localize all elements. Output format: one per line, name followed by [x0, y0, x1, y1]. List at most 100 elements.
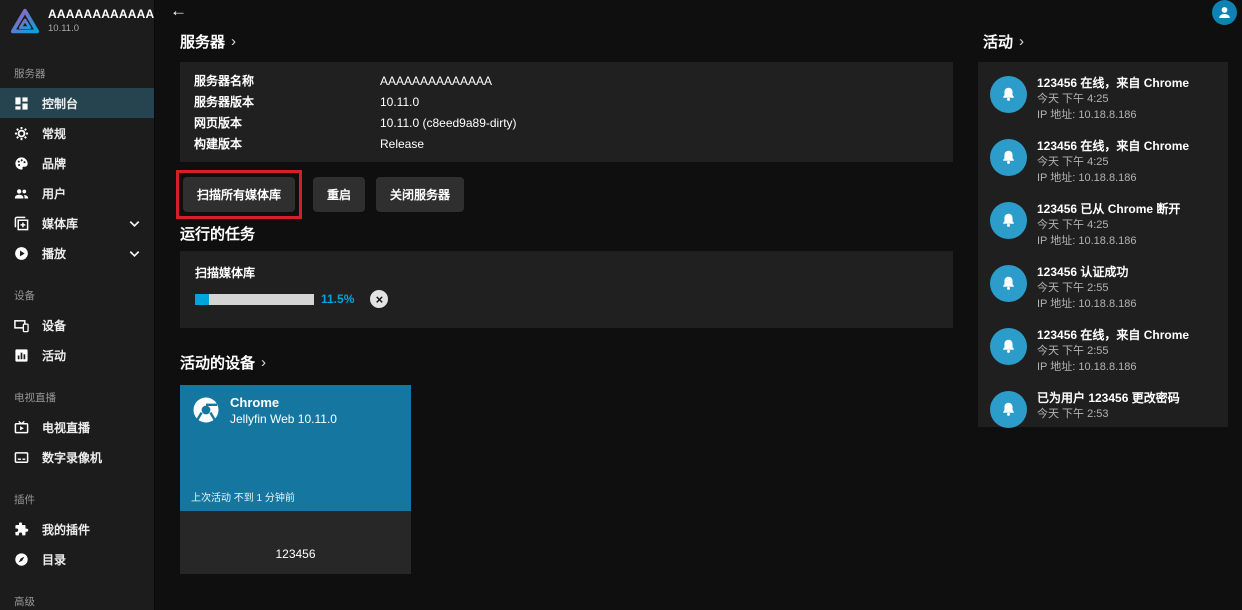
sidebar-item-my-plugins[interactable]: 我的插件	[0, 514, 154, 544]
task-progress-percent: 11.5%	[321, 292, 354, 306]
active-devices-heading[interactable]: 活动的设备 ›	[180, 352, 266, 373]
sidebar-item-catalog[interactable]: 目录	[0, 544, 154, 574]
server-info-row: 网页版本 10.11.0 (c8eed9a89-dirty)	[194, 115, 939, 131]
chevron-right-icon: ›	[231, 33, 236, 50]
activity-item-title: 123456 在线，来自 Chrome	[1037, 328, 1189, 343]
sidebar-item-live-tv[interactable]: 电视直播	[0, 412, 154, 442]
task-name: 扫描媒体库	[195, 264, 938, 281]
server-section-title: 服务器	[180, 31, 225, 52]
annotation-highlight-box: 扫描所有媒体库	[176, 170, 302, 219]
bell-icon	[990, 328, 1027, 365]
device-app-name: Jellyfin Web 10.11.0	[230, 412, 337, 426]
puzzle-icon	[14, 522, 29, 537]
activity-item: 123456 已从 Chrome 断开 今天 下午 4:25 IP 地址: 10…	[978, 194, 1228, 257]
activity-item-ip: IP 地址: 10.18.8.186	[1037, 297, 1136, 312]
activity-item-time: 今天 下午 4:25	[1037, 155, 1189, 170]
scan-all-libraries-button[interactable]: 扫描所有媒体库	[183, 177, 295, 212]
activity-item-title: 已为用户 123456 更改密码	[1037, 391, 1180, 406]
device-user-name: 123456	[275, 547, 315, 561]
chevron-right-icon: ›	[1019, 33, 1024, 50]
dashboard-icon	[14, 96, 29, 111]
back-button[interactable]: ←	[170, 1, 187, 21]
bell-icon	[990, 76, 1027, 113]
activity-item-title: 123456 认证成功	[1037, 265, 1136, 280]
active-devices-title: 活动的设备	[180, 352, 255, 373]
sidebar-item-branding[interactable]: 品牌	[0, 148, 154, 178]
chevron-down-icon[interactable]	[127, 246, 142, 261]
server-info-card: 服务器名称 AAAAAAAAAAAAAA 服务器版本 10.11.0 网页版本 …	[180, 62, 953, 162]
task-progress-fill	[195, 294, 209, 305]
device-card[interactable]: Chrome Jellyfin Web 10.11.0 上次活动 不到 1 分钟…	[180, 385, 411, 574]
activity-item-title: 123456 在线，来自 Chrome	[1037, 139, 1189, 154]
sidebar-item-dvr[interactable]: 数字录像机	[0, 442, 154, 472]
server-info-row: 构建版本 Release	[194, 136, 939, 152]
device-client-name: Chrome	[230, 395, 337, 410]
sidebar-item-users[interactable]: 用户	[0, 178, 154, 208]
restart-button[interactable]: 重启	[313, 177, 365, 212]
dvr-icon	[14, 450, 29, 465]
info-value: 10.11.0 (c8eed9a89-dirty)	[380, 115, 517, 131]
users-icon	[14, 186, 29, 201]
activity-item-ip: IP 地址: 10.18.8.186	[1037, 171, 1189, 186]
activity-item: 123456 在线，来自 Chrome 今天 下午 4:25 IP 地址: 10…	[978, 131, 1228, 194]
activity-item-time: 今天 下午 4:25	[1037, 218, 1180, 233]
info-value: 10.11.0	[380, 94, 419, 110]
shutdown-server-button[interactable]: 关闭服务器	[376, 177, 464, 212]
bell-icon	[990, 202, 1027, 239]
activity-item: 123456 在线，来自 Chrome 今天 下午 2:55 IP 地址: 10…	[978, 320, 1228, 383]
server-section-heading[interactable]: 服务器 ›	[180, 31, 236, 52]
activity-item: 已为用户 123456 更改密码 今天 下午 2:53	[978, 383, 1228, 436]
info-label: 构建版本	[194, 136, 380, 152]
explore-icon	[14, 552, 29, 567]
info-value: Release	[380, 136, 424, 152]
sidebar-item-label: 品牌	[42, 155, 142, 172]
sidebar-item-label: 常规	[42, 125, 142, 142]
activity-item-ip: IP 地址: 10.18.8.186	[1037, 108, 1189, 123]
chevron-down-icon[interactable]	[127, 216, 142, 231]
sidebar-item-dashboard[interactable]: 控制台	[0, 88, 154, 118]
activity-item-ip: IP 地址: 10.18.8.186	[1037, 234, 1180, 249]
bell-icon	[990, 139, 1027, 176]
user-menu-button[interactable]	[1212, 0, 1237, 25]
app-version: 10.11.0	[48, 23, 155, 34]
sidebar-item-general[interactable]: 常规	[0, 118, 154, 148]
sidebar-item-label: 活动	[42, 347, 142, 364]
sidebar-item-libraries[interactable]: 媒体库	[0, 208, 154, 238]
activity-item-text: 123456 在线，来自 Chrome 今天 下午 4:25 IP 地址: 10…	[1037, 76, 1189, 123]
sidebar-item-label: 播放	[42, 245, 114, 262]
server-info-row: 服务器版本 10.11.0	[194, 94, 939, 110]
info-label: 网页版本	[194, 115, 380, 131]
gear-icon	[14, 126, 29, 141]
server-actions: 扫描所有媒体库 重启 关闭服务器	[176, 170, 464, 219]
sidebar-item-label: 媒体库	[42, 215, 114, 232]
activity-item-text: 123456 在线，来自 Chrome 今天 下午 2:55 IP 地址: 10…	[1037, 328, 1189, 375]
activity-item-text: 123456 在线，来自 Chrome 今天 下午 4:25 IP 地址: 10…	[1037, 139, 1189, 186]
device-last-active: 上次活动 不到 1 分钟前	[191, 489, 295, 504]
devices-icon	[14, 318, 29, 333]
info-label: 服务器名称	[194, 73, 380, 89]
cancel-task-button[interactable]: ×	[370, 290, 388, 308]
sidebar-item-devices[interactable]: 设备	[0, 310, 154, 340]
activity-title: 活动	[983, 31, 1013, 52]
app-header[interactable]: AAAAAAAAAAAAAA 10.11.0	[0, 0, 154, 46]
info-label: 服务器版本	[194, 94, 380, 110]
activity-item-time: 今天 下午 2:55	[1037, 344, 1189, 359]
activity-heading[interactable]: 活动 ›	[983, 31, 1024, 52]
sidebar-item-label: 数字录像机	[42, 449, 142, 466]
task-progress-bar	[195, 294, 314, 305]
sidebar-item-activity[interactable]: 活动	[0, 340, 154, 370]
jellyfin-logo-icon	[10, 7, 40, 37]
chrome-icon	[191, 395, 221, 425]
sidebar-section-label-server: 服务器	[0, 46, 154, 88]
task-progress-row: 11.5% ×	[195, 290, 938, 308]
info-value: AAAAAAAAAAAAAA	[380, 73, 492, 89]
live-tv-icon	[14, 420, 29, 435]
activity-item-time: 今天 下午 4:25	[1037, 92, 1189, 107]
palette-icon	[14, 156, 29, 171]
library-icon	[14, 216, 29, 231]
close-icon: ×	[376, 292, 384, 307]
sidebar-item-playback[interactable]: 播放	[0, 238, 154, 268]
activity-item-time: 今天 下午 2:53	[1037, 407, 1180, 422]
app-title: AAAAAAAAAAAAAA	[48, 7, 155, 21]
device-client-info: Chrome Jellyfin Web 10.11.0	[230, 395, 337, 501]
